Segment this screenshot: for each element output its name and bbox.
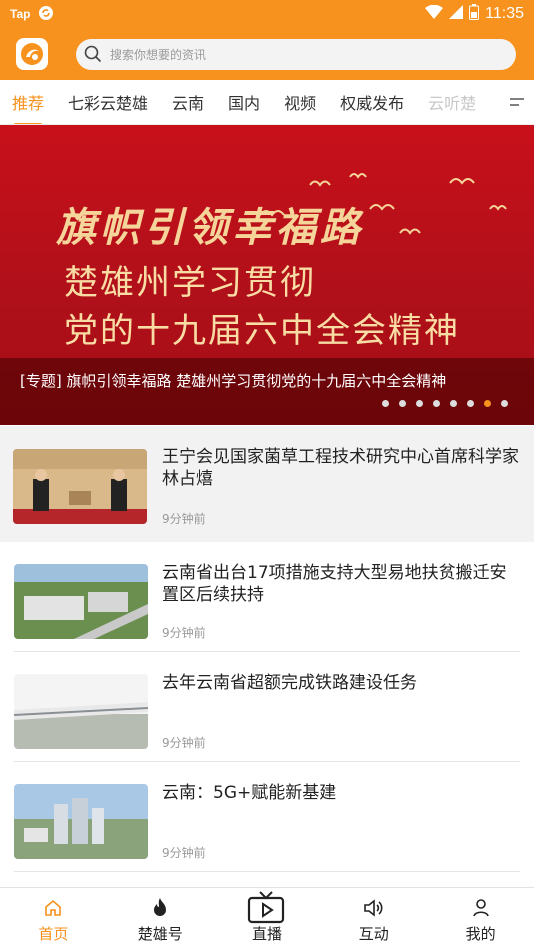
sync-icon — [38, 5, 54, 24]
news-item[interactable]: 云南：5G+赋能新基建 9分钟前 — [14, 762, 520, 872]
nav-live[interactable]: 直播 — [214, 888, 321, 950]
news-title: 云南省出台17项措施支持大型易地扶贫搬迁安置区后续扶持 — [162, 563, 507, 605]
news-item[interactable]: 云南省出台17项措施支持大型易地扶贫搬迁安置区后续扶持 9分钟前 — [14, 542, 520, 652]
tab-official[interactable]: 权威发布 — [340, 90, 404, 114]
news-thumbnail — [14, 564, 148, 639]
news-time: 9分钟前 — [162, 626, 206, 640]
nav-label: 互动 — [358, 924, 389, 943]
battery-icon — [469, 3, 480, 25]
tab-menu-button[interactable] — [500, 80, 534, 124]
news-thumbnail — [14, 674, 148, 749]
banner-headline: 旗帜引领幸福路 — [56, 204, 364, 251]
news-title: 云南：5G+赋能新基建 — [162, 783, 337, 803]
clock: 11:35 — [485, 5, 524, 22]
wifi-icon — [425, 4, 444, 24]
news-time: 9分钟前 — [162, 512, 206, 526]
banner-caption-overlay — [0, 358, 534, 425]
banner-subheadline-2: 党的十九届六中全会精神 — [64, 311, 460, 351]
banner-carousel[interactable]: 旗帜引领幸福路 楚雄州学习贯彻 党的十九届六中全会精神 [专题] 旗帜引领幸福路… — [0, 125, 534, 425]
search-bar[interactable]: 搜索你想要的资讯 — [76, 38, 516, 70]
news-time: 9分钟前 — [162, 736, 206, 750]
tab-qicai-chuxiong[interactable]: 七彩云楚雄 — [68, 90, 148, 114]
category-tabs: 推荐 七彩云楚雄 云南 国内 视频 权威发布 云听楚 — [0, 80, 534, 125]
news-thumbnail — [13, 449, 147, 524]
nav-label: 直播 — [251, 924, 282, 943]
tab-yunnan[interactable]: 云南 — [172, 90, 204, 114]
news-item[interactable]: 去年云南省超额完成铁路建设任务 9分钟前 — [14, 652, 520, 762]
news-list: 王宁会见国家菌草工程技术研究中心首席科学家林占熺 9分钟前 云南省出台17项措施… — [0, 426, 534, 872]
news-thumbnail — [14, 784, 148, 859]
app-logo[interactable] — [16, 38, 48, 70]
nav-home[interactable]: 首页 — [0, 888, 107, 950]
user-icon — [471, 895, 491, 921]
carousel-dot[interactable] — [450, 400, 457, 407]
speaker-icon — [363, 895, 385, 921]
news-title: 去年云南省超额完成铁路建设任务 — [162, 673, 417, 693]
carousel-dot[interactable] — [433, 400, 440, 407]
search-placeholder: 搜索你想要的资讯 — [110, 47, 207, 62]
tab-yunting[interactable]: 云听楚 — [428, 90, 476, 114]
nav-label: 楚雄号 — [137, 924, 183, 943]
bottom-nav: 首页 楚雄号 直播 互动 我的 — [0, 887, 534, 950]
status-right: 11:35 — [425, 3, 524, 25]
status-bar: Tap 11:35 — [0, 0, 534, 28]
carousel-dot[interactable] — [416, 400, 423, 407]
app-header: 搜索你想要的资讯 — [0, 28, 534, 80]
tab-domestic[interactable]: 国内 — [228, 90, 260, 114]
tab-recommend[interactable]: 推荐 — [12, 90, 44, 124]
home-icon — [43, 895, 63, 921]
news-item[interactable]: 王宁会见国家菌草工程技术研究中心首席科学家林占熺 9分钟前 — [0, 426, 534, 542]
nav-label: 首页 — [38, 924, 69, 943]
nav-chuxiong-hao[interactable]: 楚雄号 — [107, 888, 214, 950]
tv-icon — [247, 890, 287, 923]
carousel-dot[interactable] — [382, 400, 389, 407]
nav-me[interactable]: 我的 — [427, 888, 534, 950]
nav-interact[interactable]: 互动 — [320, 888, 427, 950]
carousel-indicator — [382, 400, 508, 407]
carousel-dot[interactable] — [467, 400, 474, 407]
logo-icon — [21, 43, 43, 65]
signal-icon — [449, 4, 464, 24]
tab-video[interactable]: 视频 — [284, 90, 316, 114]
banner-subheadline-1: 楚雄州学习贯彻 — [64, 263, 316, 303]
search-icon — [84, 45, 102, 63]
news-time: 9分钟前 — [162, 846, 206, 860]
news-title: 王宁会见国家菌草工程技术研究中心首席科学家林占熺 — [162, 447, 519, 489]
status-left: Tap — [10, 5, 54, 24]
flame-icon — [150, 895, 170, 921]
app-badge: Tap — [10, 7, 31, 21]
nav-label: 我的 — [465, 924, 496, 943]
carousel-dot[interactable] — [399, 400, 406, 407]
banner-caption: [专题] 旗帜引领幸福路 楚雄州学习贯彻党的十九届六中全会精神 — [20, 372, 447, 390]
menu-icon — [510, 98, 524, 106]
carousel-dot-active[interactable] — [484, 400, 491, 407]
carousel-dot[interactable] — [501, 400, 508, 407]
